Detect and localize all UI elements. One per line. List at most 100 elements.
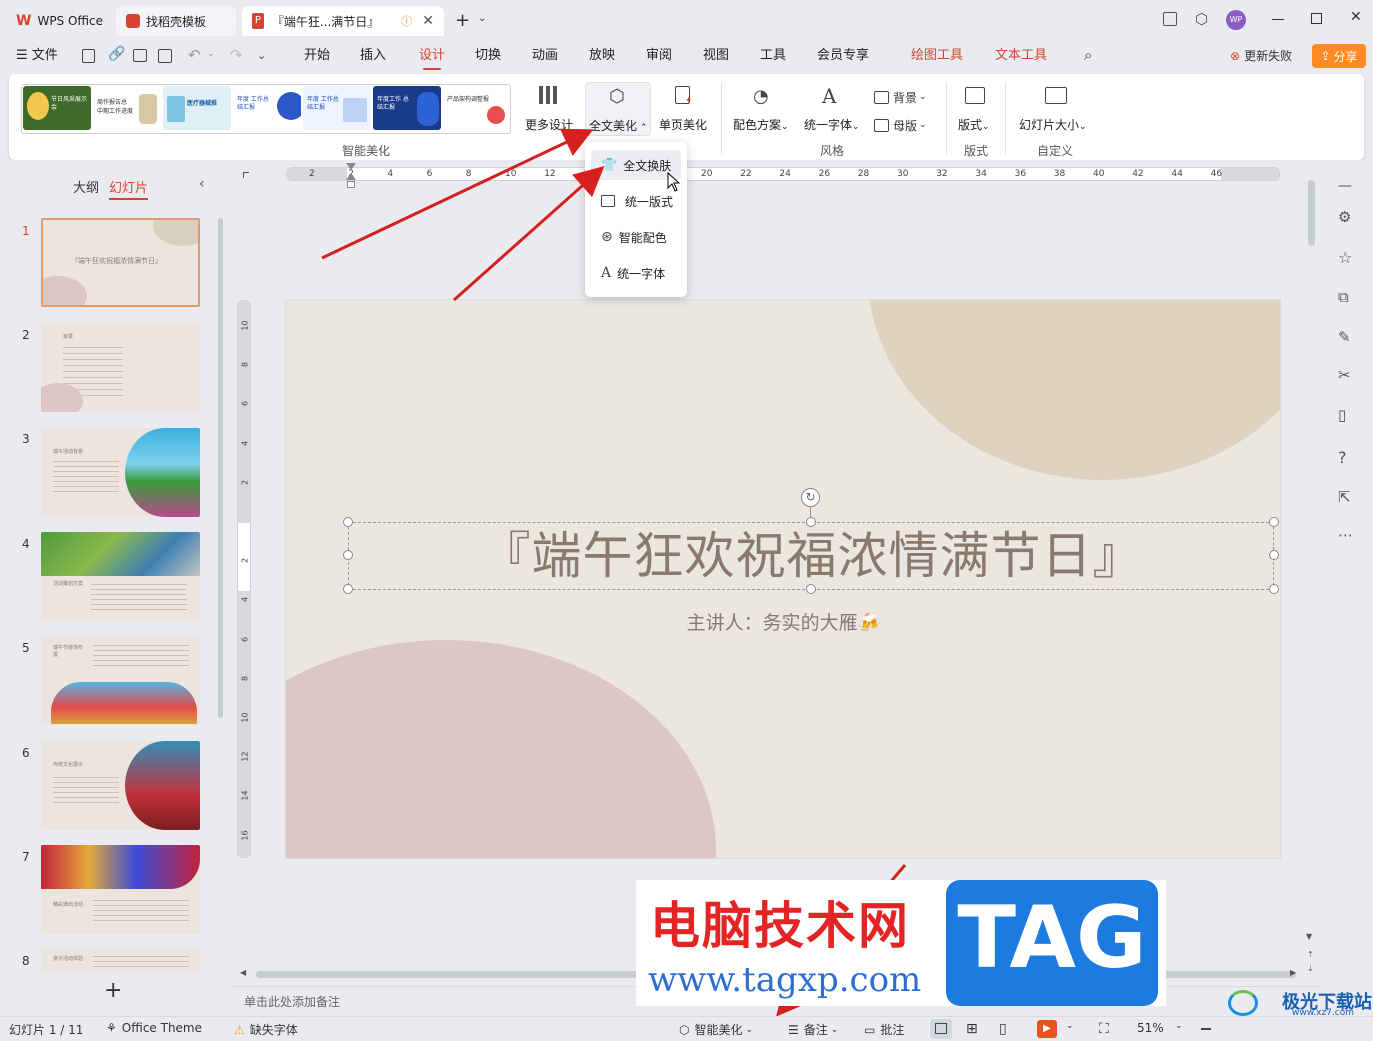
- master-button[interactable]: 母版 ⌄: [874, 116, 927, 134]
- grid-view-icon[interactable]: ⊞: [966, 1021, 978, 1037]
- comments-toggle[interactable]: ▭ 批注: [864, 1021, 904, 1038]
- slide-size-button[interactable]: 幻灯片大小⌄: [1017, 84, 1093, 134]
- chevron-down-icon[interactable]: ⌄: [1066, 1021, 1074, 1031]
- link-icon[interactable]: 🔗: [108, 46, 125, 62]
- cube-icon[interactable]: ⬡: [1195, 10, 1208, 28]
- menu-vip[interactable]: 会员专享: [817, 40, 869, 72]
- slide-title[interactable]: 『端午狂欢祝福浓情满节日』: [349, 523, 1275, 589]
- settings-sliders-icon[interactable]: ⚙: [1338, 208, 1358, 228]
- book-icon[interactable]: ▯: [1338, 406, 1358, 426]
- chevron-down-icon[interactable]: ⌄: [1175, 1021, 1183, 1031]
- maximize-icon[interactable]: [1311, 13, 1322, 24]
- vertical-scrollbar[interactable]: [1308, 180, 1315, 246]
- undo-icon[interactable]: ↶: [188, 46, 201, 64]
- resize-handle[interactable]: [343, 517, 353, 527]
- more-icon[interactable]: ⋯: [1338, 526, 1358, 546]
- menu-view[interactable]: 视图: [703, 40, 729, 72]
- menu-tools[interactable]: 工具: [760, 40, 786, 72]
- new-tab-icon[interactable]: +: [455, 10, 470, 31]
- indent-marker[interactable]: [346, 163, 356, 191]
- scroll-prev-icon[interactable]: ⇡: [1307, 950, 1314, 959]
- scroll-left-icon[interactable]: ◀: [240, 968, 246, 977]
- collapse-icon[interactable]: —: [1338, 178, 1358, 198]
- tab-document[interactable]: P 『端午狂...满节日』 ⓘ ✕: [242, 6, 444, 36]
- template-thumb-6[interactable]: 年度工作 总结汇报: [373, 86, 441, 130]
- full-beautify-button[interactable]: ⬡ 全文美化 ⌃: [585, 82, 651, 136]
- menu-animation[interactable]: 动画: [532, 40, 558, 72]
- file-menu[interactable]: ☰ 文件: [16, 40, 58, 72]
- redo-icon[interactable]: ↷: [230, 46, 243, 64]
- more-design-button[interactable]: 更多设计: [525, 84, 575, 134]
- missing-font-indicator[interactable]: ⚠ 缺失字体: [234, 1021, 298, 1038]
- menu-slideshow[interactable]: 放映: [589, 40, 615, 72]
- slide-thumbnail-3[interactable]: 端午活动背景: [41, 428, 200, 517]
- menu-start[interactable]: 开始: [304, 40, 330, 72]
- resize-handle[interactable]: [1269, 517, 1279, 527]
- slide-thumbnail-1[interactable]: 『端午狂欢祝福浓情满节日』: [41, 218, 200, 307]
- close-tab-icon[interactable]: ✕: [422, 13, 434, 29]
- zoom-level[interactable]: 51%: [1137, 1021, 1164, 1035]
- single-beautify-button[interactable]: ✦ 单页美化: [657, 84, 713, 134]
- more-quick-icon[interactable]: ⌄: [257, 49, 266, 62]
- menu-draw-tool[interactable]: 绘图工具: [911, 40, 963, 72]
- chevron-down-icon[interactable]: ⌄: [478, 13, 486, 24]
- close-window-icon[interactable]: ✕: [1350, 9, 1362, 25]
- zoom-out-icon[interactable]: [1201, 1028, 1211, 1030]
- print-icon[interactable]: [133, 49, 147, 62]
- play-button[interactable]: ▶: [1037, 1020, 1057, 1038]
- menu-item-smart-color[interactable]: ⊛ 智能配色: [591, 222, 681, 252]
- scroll-up-icon[interactable]: ▼: [1306, 932, 1312, 941]
- template-thumb-1[interactable]: 节日风采展示会: [23, 86, 91, 130]
- title-textbox[interactable]: 『端午狂欢祝福浓情满节日』: [348, 522, 1274, 590]
- slide-thumbnail-8[interactable]: 亲子活动体验: [41, 949, 200, 972]
- template-thumb-7[interactable]: 产品架构调整报: [443, 86, 509, 130]
- layout-icon[interactable]: [1163, 12, 1177, 26]
- template-thumb-5[interactable]: 年度 工作总结汇报: [303, 86, 371, 130]
- menu-text-tool[interactable]: 文本工具: [995, 40, 1047, 72]
- menu-item-unify-font[interactable]: A 统一字体: [591, 258, 681, 288]
- panel-scrollbar[interactable]: [218, 218, 223, 718]
- scroll-next-icon[interactable]: ⇣: [1307, 964, 1314, 973]
- save-icon[interactable]: [82, 49, 95, 63]
- add-slide-button[interactable]: +: [104, 978, 122, 1003]
- share-button[interactable]: ⇪ 分享: [1312, 44, 1366, 68]
- template-thumb-4[interactable]: 年度 工作总结汇报: [233, 86, 301, 130]
- search-icon[interactable]: ⌕: [1084, 46, 1092, 64]
- unify-font-button[interactable]: A 统一字体⌄: [802, 84, 864, 134]
- rotate-handle-icon[interactable]: ↻: [801, 488, 820, 507]
- menu-transition[interactable]: 切换: [475, 40, 501, 72]
- tools-icon[interactable]: ✂: [1338, 366, 1358, 386]
- fit-screen-icon[interactable]: ⛶: [1099, 1021, 1109, 1037]
- color-scheme-button[interactable]: ◔ 配色方案⌄: [731, 84, 793, 134]
- layout-button[interactable]: 版式⌄: [955, 84, 995, 134]
- notes-toggle[interactable]: ☰ 备注 ⌄: [788, 1021, 838, 1038]
- slide-thumbnail-5[interactable]: 端午节装饰布置: [41, 636, 200, 725]
- menu-review[interactable]: 审阅: [646, 40, 672, 72]
- menu-insert[interactable]: 插入: [360, 40, 386, 72]
- star-icon[interactable]: ☆: [1338, 248, 1358, 268]
- slide-thumbnail-2[interactable]: 目录: [41, 323, 200, 412]
- menu-design[interactable]: 设计: [417, 40, 447, 72]
- template-thumb-2[interactable]: 周作报告总 中期工作进度: [93, 86, 161, 130]
- resize-handle[interactable]: [806, 584, 816, 594]
- slide-subtitle[interactable]: 主讲人：务实的大雁🍻: [286, 608, 1280, 635]
- resize-handle[interactable]: [1269, 584, 1279, 594]
- tab-wps-office[interactable]: W WPS Office: [6, 6, 110, 36]
- template-thumb-3[interactable]: 医疗器械推: [163, 86, 231, 130]
- tab-slides[interactable]: 幻灯片: [109, 177, 149, 200]
- slide-canvas[interactable]: 『端午狂欢祝福浓情满节日』 ↻ 主讲人：务实的大雁🍻: [285, 299, 1281, 859]
- collapse-panel-icon[interactable]: ‹: [199, 176, 205, 192]
- resize-handle[interactable]: [1269, 550, 1279, 560]
- resize-handle[interactable]: [343, 550, 353, 560]
- minimize-icon[interactable]: [1272, 19, 1284, 20]
- slide-thumbnail-6[interactable]: 传统文化展示: [41, 741, 200, 830]
- smart-beautify-status[interactable]: ⬡ 智能美化 ⌄: [679, 1021, 753, 1038]
- avatar[interactable]: WP: [1226, 10, 1246, 30]
- update-failed-button[interactable]: ⊗ 更新失败: [1230, 47, 1292, 64]
- chevron-down-icon[interactable]: ⌄: [207, 49, 215, 59]
- theme-indicator[interactable]: ⚘ Office Theme: [106, 1021, 202, 1035]
- slide-thumbnail-4[interactable]: 活动策划方案: [41, 532, 200, 621]
- tab-template[interactable]: 找稻壳模板: [116, 6, 236, 36]
- background-button[interactable]: 背景 ⌄: [874, 88, 927, 106]
- copy-icon[interactable]: ⧉: [1338, 288, 1358, 308]
